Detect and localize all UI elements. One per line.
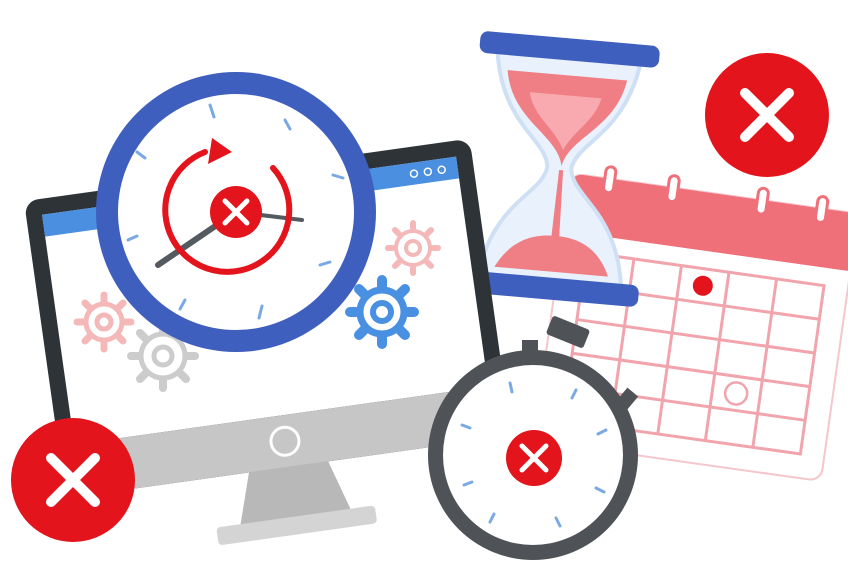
wall-clock-icon (96, 72, 376, 352)
time-management-illustration (11, 31, 848, 560)
x-icon (506, 430, 562, 486)
x-circle-icon-top-right (705, 53, 829, 177)
x-circle-icon-bottom-left (11, 418, 135, 542)
